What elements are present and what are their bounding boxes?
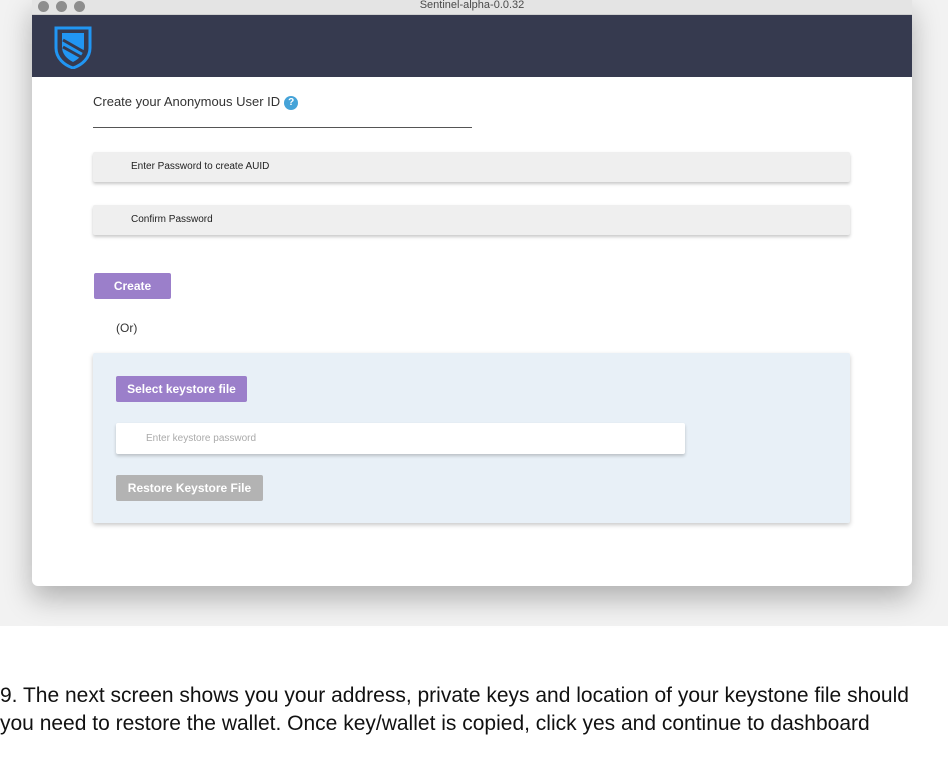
keystore-password-input[interactable]: Enter keystore password [116,423,685,454]
help-icon[interactable]: ? [284,96,299,110]
page-title: Create your Anonymous User ID? [93,94,299,110]
restore-keystore-panel: Select keystore file Enter keystore pass… [93,353,850,523]
page-title-text: Create your Anonymous User ID [93,94,281,109]
window-title: Sentinel-alpha-0.0.32 [419,0,525,11]
select-keystore-button[interactable]: Select keystore file [116,376,247,402]
instruction-caption: 9. The next screen shows you your addres… [0,684,909,735]
app-window: Sentinel-alpha-0.0.32 Create your Anonym… [32,0,912,586]
title-divider [93,127,472,128]
app-header [32,15,912,77]
create-button[interactable]: Create [94,273,171,299]
confirm-password-field[interactable]: Confirm Password [93,205,850,235]
title-bar: Sentinel-alpha-0.0.32 [32,0,912,15]
or-separator: (Or) [116,321,138,335]
restore-keystore-button[interactable]: Restore Keystore File [116,475,263,501]
password-field[interactable]: Enter Password to create AUID [93,152,850,182]
shield-logo-icon [54,26,92,69]
